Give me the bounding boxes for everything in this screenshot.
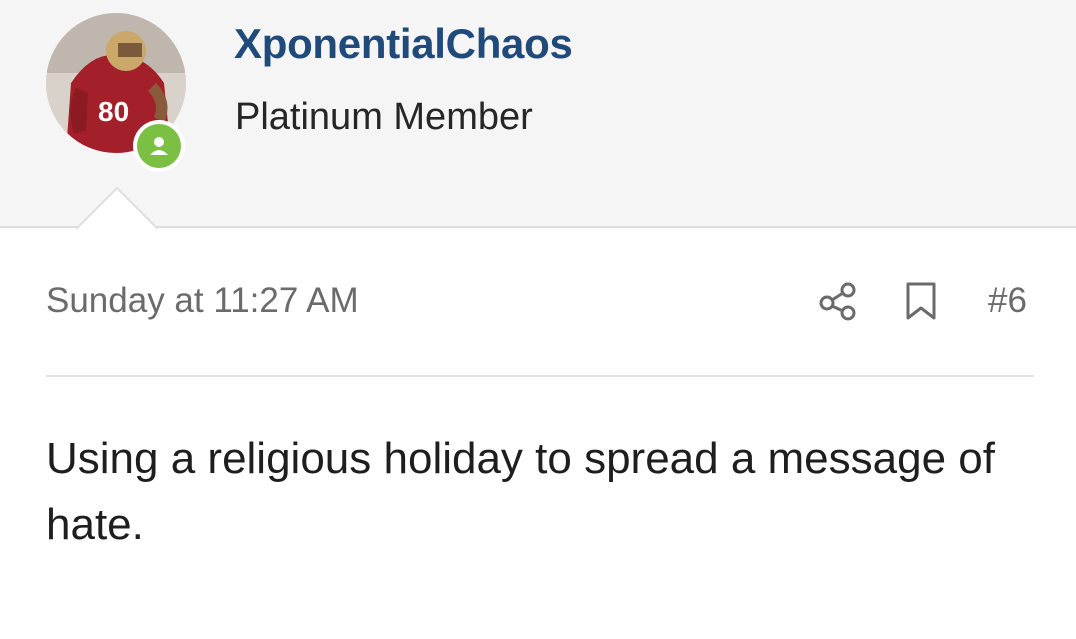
online-user-icon <box>137 124 181 168</box>
post-user-header: 80 XponentialChaos Platinum Member <box>0 0 1076 230</box>
online-status-badge <box>133 120 185 172</box>
post-divider <box>46 375 1034 377</box>
svg-text:80: 80 <box>98 96 129 127</box>
share-icon[interactable] <box>818 281 858 321</box>
post-timestamp[interactable]: Sunday at 11:27 AM <box>46 281 359 321</box>
username-link[interactable]: XponentialChaos <box>234 20 573 68</box>
forum-post: 80 XponentialChaos Platinum Member Sunda… <box>0 0 1076 639</box>
post-message-body: Using a religious holiday to spread a me… <box>46 434 995 549</box>
message-arrow-pointer <box>76 186 158 230</box>
bookmark-icon[interactable] <box>903 281 939 321</box>
user-title: Platinum Member <box>235 96 533 138</box>
post-number-link[interactable]: #6 <box>988 281 1027 321</box>
